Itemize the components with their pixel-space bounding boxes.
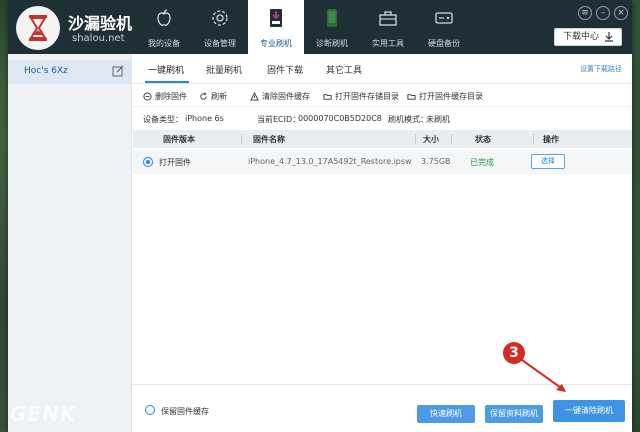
nav-device-manage[interactable]: 设备管理 (192, 0, 248, 54)
open-cache-dir-button[interactable]: 打开固件缓存目录 (407, 91, 483, 102)
clear-cache-button[interactable]: 清除固件缓存 (250, 91, 310, 102)
device-sidebar: Hoc's 6Xz (8, 54, 132, 432)
watermark-logo: GENK (10, 402, 76, 426)
tab-batch-flash[interactable]: 批量刷机 (206, 63, 242, 76)
refresh-icon (200, 92, 207, 100)
app-url: shalou.net (72, 33, 125, 44)
nav-my-device[interactable]: 我的设备 (136, 0, 192, 54)
col-header-size: 大小 (423, 135, 439, 144)
col-header-version: 固件版本 (163, 135, 195, 144)
firmware-toolbar: 删除固件 刷新 清除固件缓存 打开固件存储目录 打开固件缓存目录 (133, 85, 632, 107)
nav-label: 设备管理 (204, 39, 236, 48)
diagnose-icon (327, 9, 337, 27)
apple-icon (157, 9, 171, 26)
edit-icon[interactable] (112, 65, 124, 77)
keep-cache-radio[interactable] (145, 405, 155, 415)
close-icon[interactable]: × (614, 6, 628, 20)
col-header-name: 固件名称 (253, 135, 285, 144)
keep-data-flash-button[interactable]: 保留资料刷机 (485, 405, 543, 423)
app-name: 沙漏验机 (68, 14, 133, 33)
column-divider (241, 134, 242, 144)
nav-label: 诊断刷机 (316, 39, 348, 48)
row-version: 打开固件 (159, 158, 191, 167)
active-tab-indicator (145, 81, 189, 83)
row-size: 3.75GB (421, 157, 451, 166)
tool-label: 打开固件缓存目录 (419, 92, 483, 101)
folder-icon (323, 94, 332, 100)
column-divider (415, 134, 416, 144)
row-firmware-name: iPhone_4.7_13.0_17A5492t_Restore.ipsw (248, 157, 412, 166)
nav-label: 我的设备 (148, 39, 180, 48)
tool-label: 清除固件缓存 (262, 92, 310, 101)
ecid-label: 当前ECID： (257, 115, 301, 124)
column-divider (533, 134, 534, 144)
sidebar-device-item[interactable]: Hoc's 6Xz (8, 60, 132, 84)
minimize-icon[interactable]: – (596, 6, 610, 20)
tool-label: 刷新 (211, 92, 227, 101)
firmware-radio-selected[interactable] (143, 157, 153, 167)
col-header-status: 状态 (475, 135, 491, 144)
disk-icon (435, 12, 453, 24)
delete-firmware-button[interactable]: 删除固件 (143, 91, 187, 102)
hourglass-icon (16, 6, 60, 50)
nav-tools[interactable]: 实用工具 (360, 0, 416, 54)
watermark-text: GENK (10, 402, 77, 426)
gear-icon (212, 10, 228, 26)
device-name: Hoc's 6Xz (24, 66, 68, 76)
device-info-row: 设备类型： iPhone 6s 当前ECID： 0000070C0B5D20C8… (133, 108, 632, 128)
toolbox-icon (379, 11, 397, 26)
col-header-action: 操作 (543, 135, 559, 144)
download-center-label: 下载中心 (563, 32, 600, 42)
nav-disk-backup[interactable]: 硬盘备份 (416, 0, 472, 54)
nav-pro-flash[interactable]: 专业刷机 (248, 0, 304, 54)
download-icon (605, 32, 613, 42)
delete-icon (143, 92, 152, 101)
keep-cache-label: 保留固件缓存 (161, 407, 209, 416)
tab-one-click-flash[interactable]: 一键刷机 (148, 63, 184, 76)
main-nav: 我的设备 设备管理 专业刷机 诊断刷机 实用工具 硬盘备份 (136, 0, 472, 54)
set-download-path-link[interactable]: 设置下载路径 (580, 64, 622, 74)
open-storage-dir-button[interactable]: 打开固件存储目录 (323, 91, 399, 102)
warning-icon (250, 92, 259, 101)
tab-bar: 一键刷机 批量刷机 固件下载 其它工具 设置下载路径 (133, 54, 632, 84)
flash-icon (270, 9, 282, 27)
quick-flash-button[interactable]: 快速刷机 (417, 405, 475, 423)
download-center-button[interactable]: 下载中心 (554, 28, 622, 46)
window-controls: ≡ – × (578, 6, 628, 20)
device-type-value: iPhone 6s (185, 114, 224, 123)
app-logo: 沙漏验机 shalou.net (16, 6, 146, 50)
mode-value: 未刷机 (426, 115, 450, 124)
app-window: 沙漏验机 shalou.net 我的设备 设备管理 专业刷机 诊断刷机 实用工具… (8, 0, 632, 432)
nav-label: 实用工具 (372, 39, 404, 48)
device-type-label: 设备类型： (143, 115, 183, 124)
nav-diagnose-flash[interactable]: 诊断刷机 (304, 0, 360, 54)
select-button[interactable]: 选择 (531, 154, 565, 169)
row-status: 已完成 (470, 158, 494, 167)
app-header: 沙漏验机 shalou.net 我的设备 设备管理 专业刷机 诊断刷机 实用工具… (8, 0, 632, 54)
refresh-button[interactable]: 刷新 (199, 91, 227, 102)
annotation-arrow-icon (521, 359, 566, 392)
tool-label: 打开固件存储目录 (335, 92, 399, 101)
firmware-table-header: 固件版本 固件名称 大小 状态 操作 (133, 130, 632, 148)
column-divider (451, 134, 452, 144)
tool-label: 删除固件 (155, 92, 187, 101)
table-row[interactable]: 打开固件 iPhone_4.7_13.0_17A5492t_Restore.ip… (133, 150, 632, 174)
nav-label: 硬盘备份 (428, 39, 460, 48)
ecid-value: 0000070C0B5D20C8 (298, 114, 382, 123)
nav-label: 专业刷机 (260, 39, 292, 48)
tab-firmware-download[interactable]: 固件下载 (267, 63, 303, 76)
one-click-clear-flash-button[interactable]: 一键清除刷机 (553, 400, 625, 422)
mode-label: 刷机模式： (388, 115, 428, 124)
menu-icon[interactable]: ≡ (578, 6, 592, 20)
folder-icon (407, 94, 416, 100)
tab-other-tools[interactable]: 其它工具 (326, 63, 362, 76)
